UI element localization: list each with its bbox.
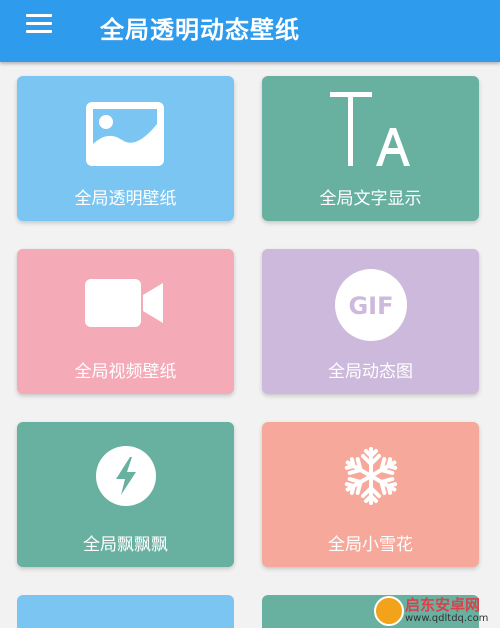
tile-label: 全局飘飘飘 [83,535,168,555]
lightning-icon [96,446,156,506]
watermark-text: 启东安卓网 [405,596,481,614]
tile-label: 全局动态图 [328,362,413,382]
tile-snowflake[interactable]: 全局小雪花 [262,422,479,567]
watermark-logo-icon [374,596,404,626]
tile-partial-left[interactable] [17,595,234,628]
menu-icon[interactable] [26,14,56,36]
tile-transparent-wallpaper[interactable]: 全局透明壁纸 [17,76,234,221]
app-bar: 全局透明动态壁纸 [0,0,500,62]
gif-icon: GIF [335,269,407,341]
tile-label: 全局透明壁纸 [74,189,177,209]
image-icon [86,102,164,166]
tile-label: 全局文字显示 [319,189,422,209]
video-camera-icon [85,279,163,327]
tile-text-display[interactable]: 全局文字显示 [262,76,479,221]
watermark: 启东安卓网 www.qdltdq.com [372,591,500,628]
snowflake-icon [344,447,398,505]
tile-animated-gif[interactable]: GIF 全局动态图 [262,249,479,394]
svg-text:GIF: GIF [348,292,393,320]
tile-label: 全局小雪花 [328,535,413,555]
watermark-url: www.qdltdq.com [405,613,489,624]
tile-video-wallpaper[interactable]: 全局视频壁纸 [17,249,234,394]
text-format-icon [330,92,410,166]
tile-label: 全局视频壁纸 [74,362,177,382]
tile-floating[interactable]: 全局飘飘飘 [17,422,234,567]
app-title: 全局透明动态壁纸 [100,16,300,44]
